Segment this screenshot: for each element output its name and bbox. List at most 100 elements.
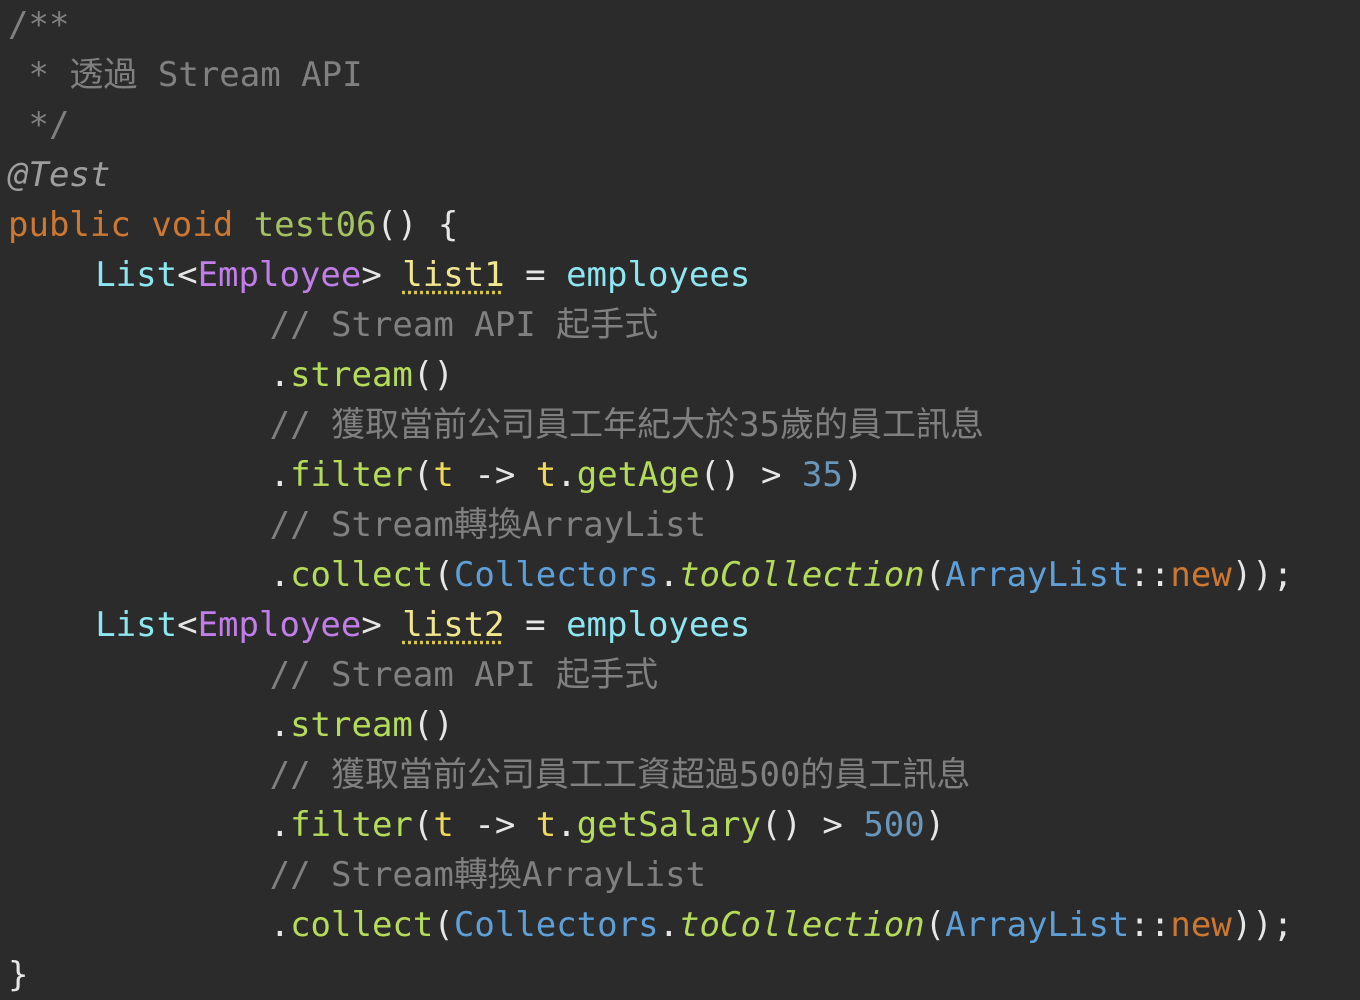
punct-token: = xyxy=(504,255,567,295)
punct-token: () xyxy=(412,355,454,395)
punct-token: . xyxy=(556,805,577,845)
comment-token: // Stream轉換ArrayList xyxy=(269,855,707,895)
param-token: t xyxy=(535,805,557,845)
punct-token: . xyxy=(269,555,291,595)
comment-token: // Stream轉換ArrayList xyxy=(269,505,707,545)
punct-token: } xyxy=(8,955,29,995)
comment-token: */ xyxy=(8,105,70,145)
number-token: 500 xyxy=(863,805,925,845)
punct-token: :: xyxy=(1129,555,1171,595)
local-var-token: list2 xyxy=(402,605,505,645)
type-token: List xyxy=(95,255,178,295)
comment-token: // Stream API 起手式 xyxy=(269,305,659,345)
punct-token xyxy=(233,205,253,245)
punct-token: . xyxy=(269,805,291,845)
param-token: t xyxy=(433,805,454,845)
param-token: t xyxy=(433,455,454,495)
code-line[interactable]: .stream() xyxy=(270,350,454,400)
local-var-token: list1 xyxy=(402,255,505,295)
punct-token: -> xyxy=(453,455,536,495)
code-line[interactable]: List<Employee> list1 = employees xyxy=(95,250,750,300)
keyword-token: public xyxy=(8,205,131,245)
punct-token: () > xyxy=(760,805,864,845)
punct-token: :: xyxy=(1129,905,1171,945)
type-param-token: Employee xyxy=(197,605,362,645)
punct-token: ( xyxy=(924,555,946,595)
method-token: stream xyxy=(290,355,413,395)
punct-token xyxy=(131,205,151,245)
annotation-token: @Test xyxy=(8,155,111,195)
punct-token: )); xyxy=(1231,905,1294,945)
method-token: stream xyxy=(290,705,413,745)
punct-token: ( xyxy=(433,905,454,945)
code-line[interactable]: /** xyxy=(8,0,69,50)
code-line[interactable]: .filter(t -> t.getSalary() > 500) xyxy=(270,800,946,850)
comment-token: // Stream API 起手式 xyxy=(269,655,659,695)
punct-token: > xyxy=(361,255,403,295)
method-token: filter xyxy=(290,805,413,845)
param-token: t xyxy=(535,455,557,495)
class-token: Collectors xyxy=(453,555,659,595)
code-line[interactable]: .stream() xyxy=(270,700,454,750)
method-token: collect xyxy=(290,555,434,595)
code-line[interactable]: public void test06() { xyxy=(8,200,458,250)
code-line[interactable]: // 獲取當前公司員工工資超過500的員工訊息 xyxy=(270,750,971,800)
code-line[interactable]: @Test xyxy=(8,150,110,200)
field-token: employees xyxy=(566,255,751,295)
punct-token: . xyxy=(658,905,680,945)
punct-token: > xyxy=(361,605,403,645)
punct-token: )); xyxy=(1231,555,1294,595)
punct-token: . xyxy=(269,355,291,395)
punct-token: . xyxy=(269,455,291,495)
code-line[interactable]: // Stream轉換ArrayList xyxy=(270,500,706,550)
punct-token: () > xyxy=(699,455,802,495)
code-line[interactable]: // Stream API 起手式 xyxy=(270,650,659,700)
punct-token: ( xyxy=(412,455,434,495)
punct-token: ( xyxy=(924,905,946,945)
code-line[interactable]: */ xyxy=(8,100,69,150)
static-method-token: toCollection xyxy=(679,905,925,945)
punct-token: . xyxy=(269,905,291,945)
code-line[interactable]: * 透過 Stream API xyxy=(8,50,363,100)
punct-token: () xyxy=(412,705,454,745)
code-line[interactable]: // Stream API 起手式 xyxy=(270,300,659,350)
punct-token: . xyxy=(658,555,680,595)
type-param-token: Employee xyxy=(197,255,362,295)
comment-token: /** xyxy=(8,5,70,45)
number-token: 35 xyxy=(801,455,843,495)
class-token: ArrayList xyxy=(945,905,1130,945)
method-token: collect xyxy=(290,905,434,945)
method-token: getSalary xyxy=(576,805,761,845)
type-token: List xyxy=(95,605,178,645)
static-method-token: toCollection xyxy=(679,555,925,595)
keyword-token: new xyxy=(1170,905,1232,945)
code-line[interactable]: // 獲取當前公司員工年紀大於35歲的員工訊息 xyxy=(270,400,984,450)
code-line[interactable]: } xyxy=(8,950,28,1000)
punct-token: < xyxy=(177,605,198,645)
keyword-token: void xyxy=(151,205,234,245)
punct-token: = xyxy=(504,605,567,645)
code-line[interactable]: List<Employee> list2 = employees xyxy=(95,600,750,650)
punct-token: -> xyxy=(453,805,536,845)
code-editor[interactable]: /** * 透過 Stream API */ @Test public void t… xyxy=(8,0,1360,995)
code-line[interactable]: .filter(t -> t.getAge() > 35) xyxy=(270,450,864,500)
comment-token: * 透過 Stream API xyxy=(8,55,363,95)
code-line[interactable]: .collect(Collectors.toCollection(ArrayLi… xyxy=(270,550,1294,600)
code-line[interactable]: .collect(Collectors.toCollection(ArrayLi… xyxy=(270,900,1294,950)
code-line[interactable]: // Stream轉換ArrayList xyxy=(270,850,706,900)
punct-token: . xyxy=(269,705,291,745)
keyword-token: new xyxy=(1170,555,1232,595)
punct-token: ( xyxy=(433,555,454,595)
field-token: employees xyxy=(566,605,751,645)
method-token: getAge xyxy=(576,455,700,495)
punct-token: < xyxy=(177,255,198,295)
comment-token: // 獲取當前公司員工工資超過500的員工訊息 xyxy=(269,755,971,795)
comment-token: // 獲取當前公司員工年紀大於35歲的員工訊息 xyxy=(269,405,984,445)
punct-token: ( xyxy=(412,805,434,845)
punct-token: ) xyxy=(842,455,864,495)
punct-token: . xyxy=(556,455,577,495)
punct-token: ) xyxy=(924,805,946,845)
punct-token: () { xyxy=(376,205,459,245)
class-token: ArrayList xyxy=(945,555,1130,595)
method-token: filter xyxy=(290,455,413,495)
